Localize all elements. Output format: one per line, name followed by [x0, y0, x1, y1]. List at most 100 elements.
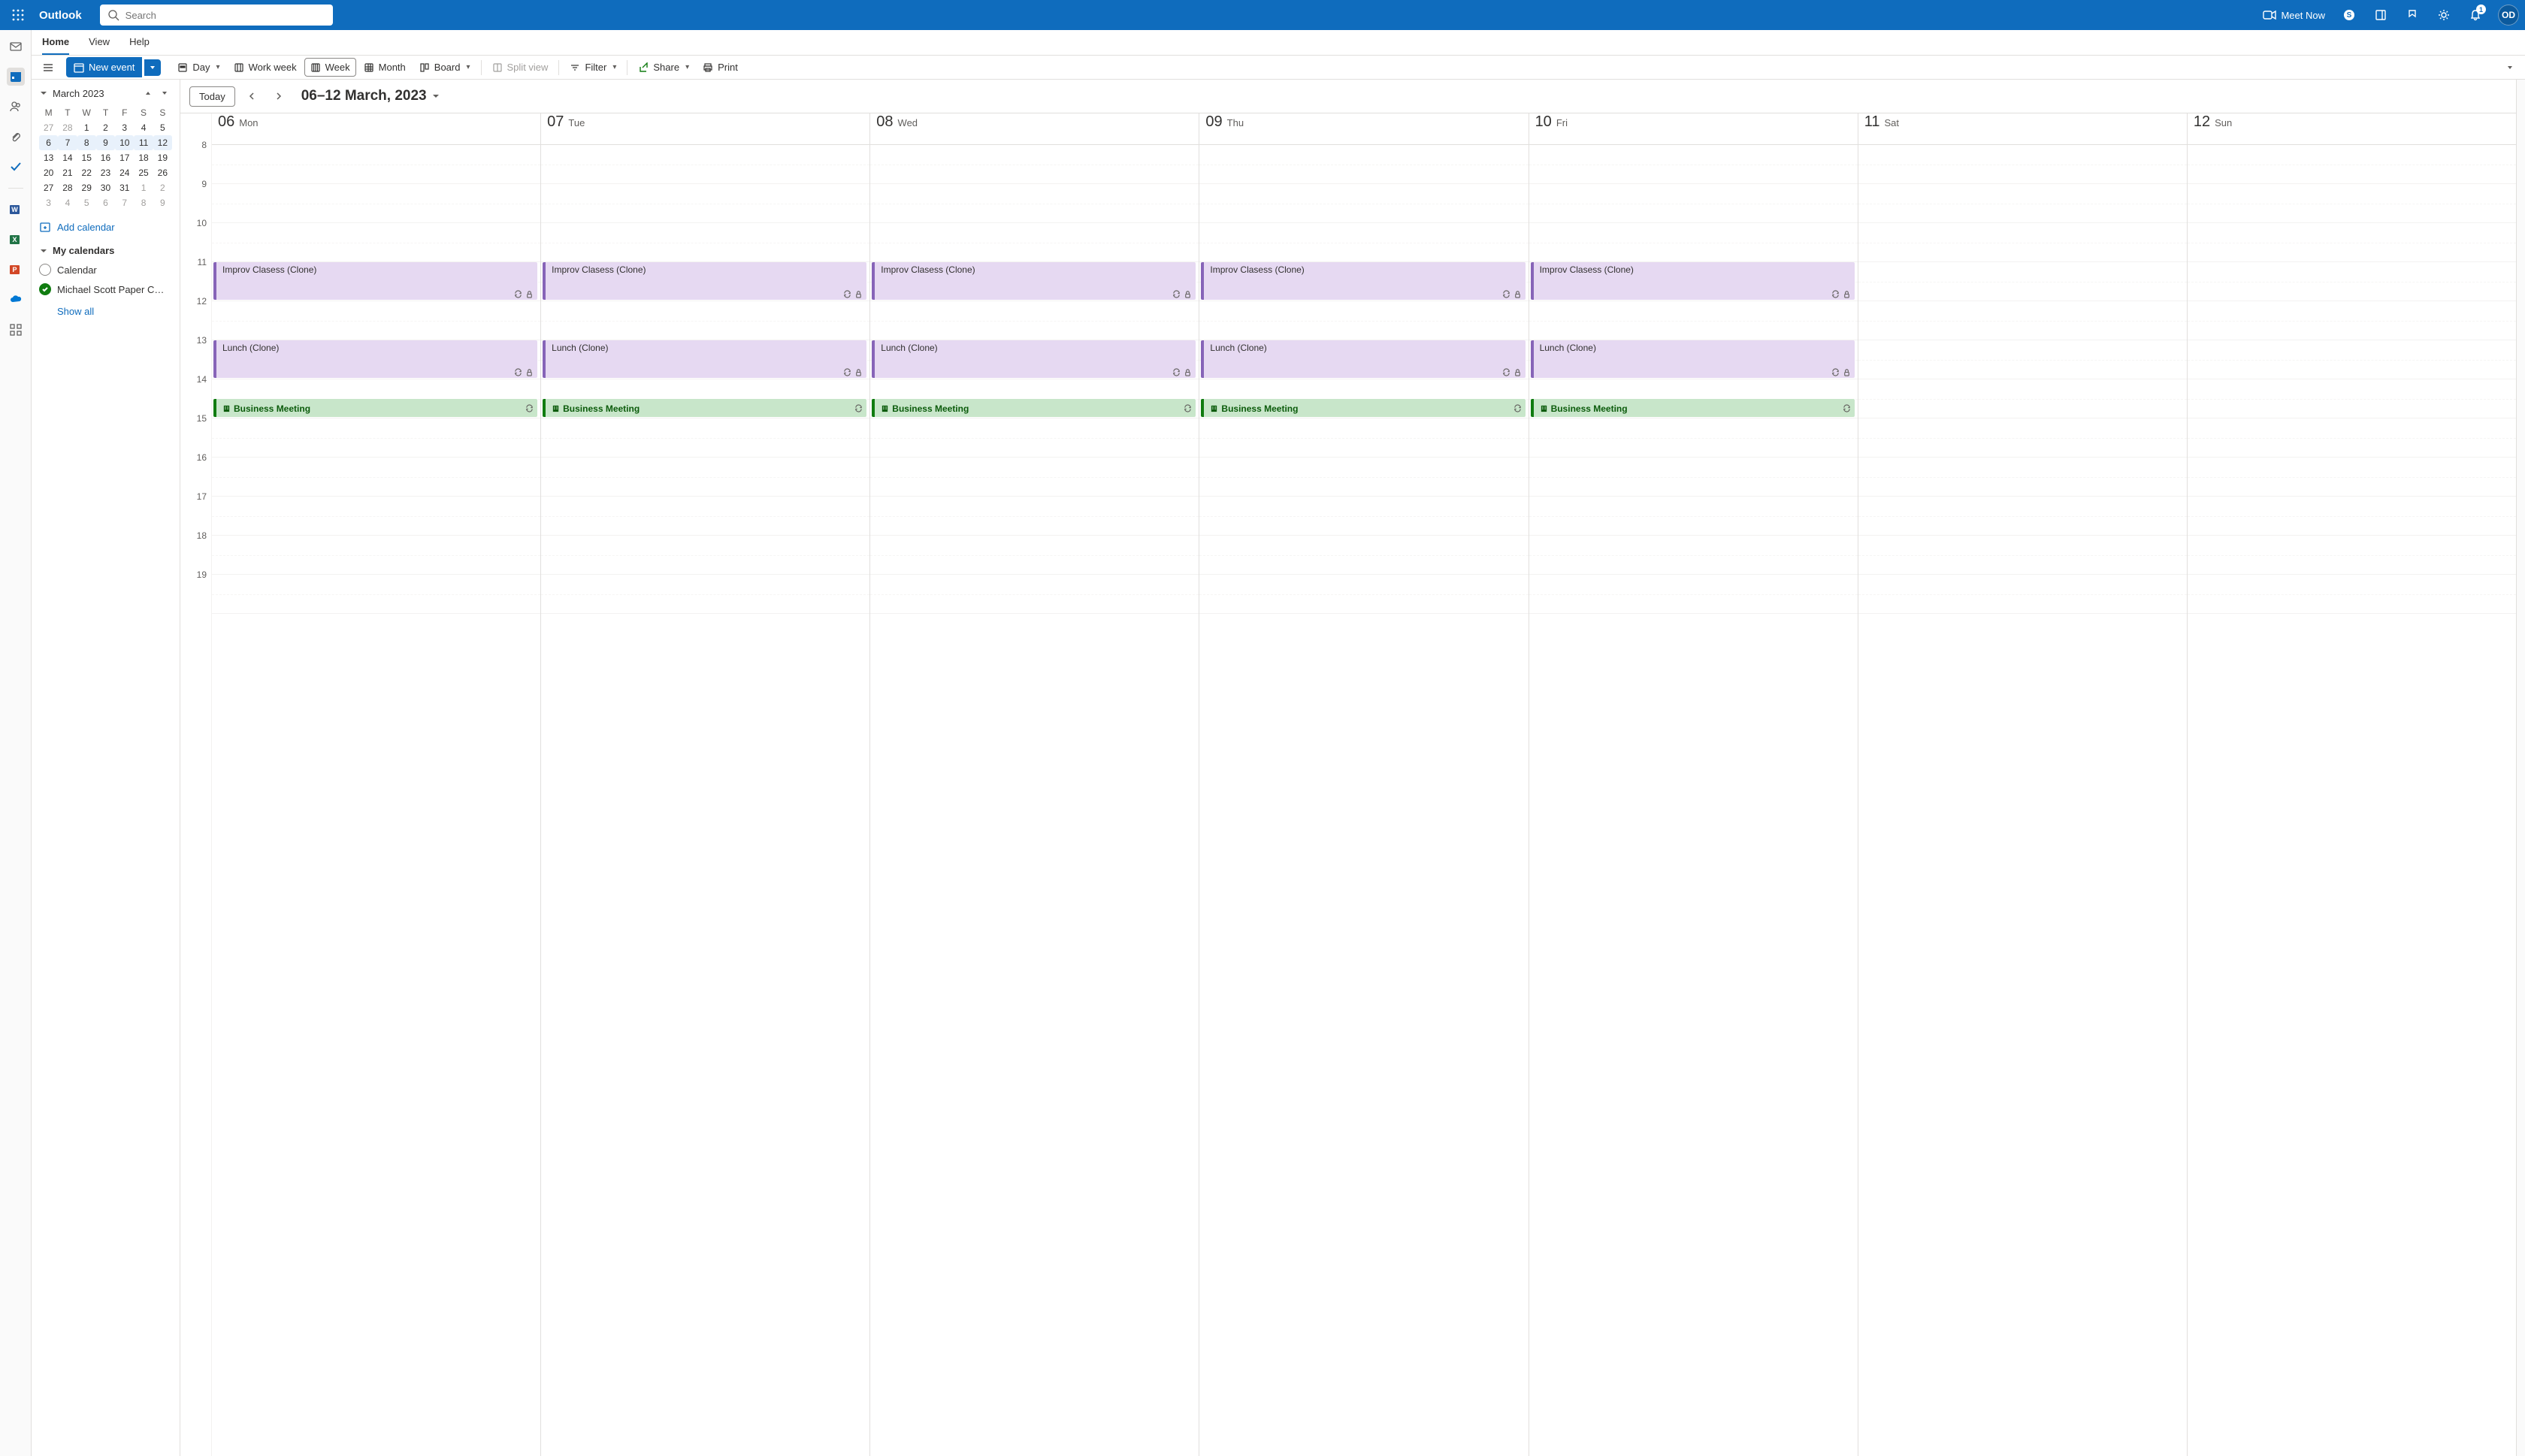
calendar-event[interactable]: Improv Clasess (Clone) — [1531, 262, 1855, 300]
minical-day[interactable]: 16 — [96, 150, 115, 165]
minical-day[interactable]: 27 — [39, 120, 58, 135]
time-slot[interactable] — [1529, 575, 1858, 614]
minical-day[interactable]: 17 — [115, 150, 134, 165]
minical-day[interactable]: 4 — [58, 195, 77, 210]
calendar-event[interactable]: Improv Clasess (Clone) — [872, 262, 1196, 300]
time-slot[interactable] — [212, 418, 540, 458]
minical-next[interactable] — [157, 86, 172, 101]
view-week[interactable]: Week — [304, 58, 356, 77]
minical-day[interactable]: 28 — [58, 180, 77, 195]
day-button[interactable] — [2399, 2, 2426, 29]
minical-day[interactable]: 9 — [96, 135, 115, 150]
rail-files[interactable] — [7, 128, 25, 146]
time-slot[interactable] — [2188, 223, 2516, 262]
minical-day[interactable]: 2 — [96, 120, 115, 135]
time-slot[interactable] — [2188, 458, 2516, 497]
calendar-event[interactable]: Improv Clasess (Clone) — [213, 262, 537, 300]
time-slot[interactable] — [2188, 418, 2516, 458]
time-slot[interactable] — [1199, 301, 1528, 340]
minical-day[interactable]: 30 — [96, 180, 115, 195]
rail-todo[interactable] — [7, 158, 25, 176]
calendar-event[interactable]: Lunch (Clone) — [1201, 340, 1525, 378]
time-slot[interactable] — [870, 418, 1199, 458]
time-slot[interactable] — [2188, 497, 2516, 536]
time-slot[interactable] — [870, 497, 1199, 536]
minical-day[interactable]: 7 — [58, 135, 77, 150]
time-slot[interactable] — [870, 536, 1199, 575]
time-slot[interactable] — [541, 418, 869, 458]
tab-help[interactable]: Help — [129, 30, 150, 55]
time-slot[interactable] — [2188, 301, 2516, 340]
minical-day[interactable]: 24 — [115, 165, 134, 180]
right-scrollbar[interactable] — [2516, 80, 2525, 1456]
calendar-event[interactable]: Improv Clasess (Clone) — [1201, 262, 1525, 300]
time-slot[interactable] — [212, 497, 540, 536]
time-slot[interactable] — [870, 458, 1199, 497]
minical-day[interactable]: 22 — [77, 165, 96, 180]
rail-calendar[interactable] — [7, 68, 25, 86]
time-slot[interactable] — [1199, 497, 1528, 536]
minical-day[interactable]: 10 — [115, 135, 134, 150]
minical-day[interactable]: 2 — [153, 180, 172, 195]
add-calendar-button[interactable]: Add calendar — [39, 221, 172, 233]
time-slot[interactable] — [541, 536, 869, 575]
time-slot[interactable] — [1858, 184, 2187, 223]
minical-prev[interactable] — [141, 86, 156, 101]
search-input[interactable] — [125, 10, 325, 21]
time-slot[interactable] — [1858, 301, 2187, 340]
minical-day[interactable]: 28 — [58, 120, 77, 135]
share-button[interactable]: Share▾ — [632, 58, 695, 77]
time-slot[interactable] — [1529, 145, 1858, 184]
time-slot[interactable] — [1199, 575, 1528, 614]
day-header[interactable]: 11Sat — [1858, 113, 2187, 145]
time-slot[interactable] — [1199, 184, 1528, 223]
rail-onedrive[interactable] — [7, 291, 25, 309]
time-slot[interactable] — [1858, 536, 2187, 575]
day-header[interactable]: 10Fri — [1529, 113, 1858, 145]
minical-day[interactable]: 20 — [39, 165, 58, 180]
time-slot[interactable] — [2188, 145, 2516, 184]
calendar-event[interactable]: Lunch (Clone) — [872, 340, 1196, 378]
time-slot[interactable] — [212, 301, 540, 340]
time-slot[interactable] — [2188, 184, 2516, 223]
minical-day[interactable]: 19 — [153, 150, 172, 165]
rail-powerpoint[interactable]: P — [7, 261, 25, 279]
time-slot[interactable] — [870, 145, 1199, 184]
time-slot[interactable] — [1529, 223, 1858, 262]
time-slot[interactable] — [541, 575, 869, 614]
view-day[interactable]: Day▾ — [171, 58, 225, 77]
time-slot[interactable] — [1858, 223, 2187, 262]
calendar-event[interactable]: Improv Clasess (Clone) — [543, 262, 866, 300]
time-slot[interactable] — [2188, 379, 2516, 418]
settings-button[interactable] — [2430, 2, 2457, 29]
time-slot[interactable] — [1858, 418, 2187, 458]
time-slot[interactable] — [870, 223, 1199, 262]
minical-day[interactable]: 15 — [77, 150, 96, 165]
minical-day[interactable]: 13 — [39, 150, 58, 165]
time-slot[interactable] — [1858, 458, 2187, 497]
minical-day[interactable]: 26 — [153, 165, 172, 180]
time-slot[interactable] — [1858, 379, 2187, 418]
time-slot[interactable] — [2188, 340, 2516, 379]
time-slot[interactable] — [1529, 458, 1858, 497]
search-box[interactable] — [100, 5, 333, 26]
calendar-event[interactable]: Lunch (Clone) — [1531, 340, 1855, 378]
view-month[interactable]: Month — [358, 58, 412, 77]
time-slot[interactable] — [212, 223, 540, 262]
show-all-button[interactable]: Show all — [57, 306, 172, 317]
minical-day[interactable]: 29 — [77, 180, 96, 195]
time-slot[interactable] — [1858, 145, 2187, 184]
minical-day[interactable]: 25 — [134, 165, 153, 180]
calendar-checkbox[interactable] — [39, 264, 51, 276]
minical-day[interactable]: 23 — [96, 165, 115, 180]
rail-mail[interactable] — [7, 38, 25, 56]
calendar-event[interactable]: Lunch (Clone) — [213, 340, 537, 378]
calendar-checkbox[interactable] — [39, 283, 51, 295]
time-slot[interactable] — [212, 145, 540, 184]
minical-day[interactable]: 1 — [134, 180, 153, 195]
time-slot[interactable] — [541, 184, 869, 223]
user-avatar[interactable]: OD — [2498, 5, 2519, 26]
time-slot[interactable] — [212, 458, 540, 497]
minical-day[interactable]: 27 — [39, 180, 58, 195]
day-header[interactable]: 09Thu — [1199, 113, 1528, 145]
